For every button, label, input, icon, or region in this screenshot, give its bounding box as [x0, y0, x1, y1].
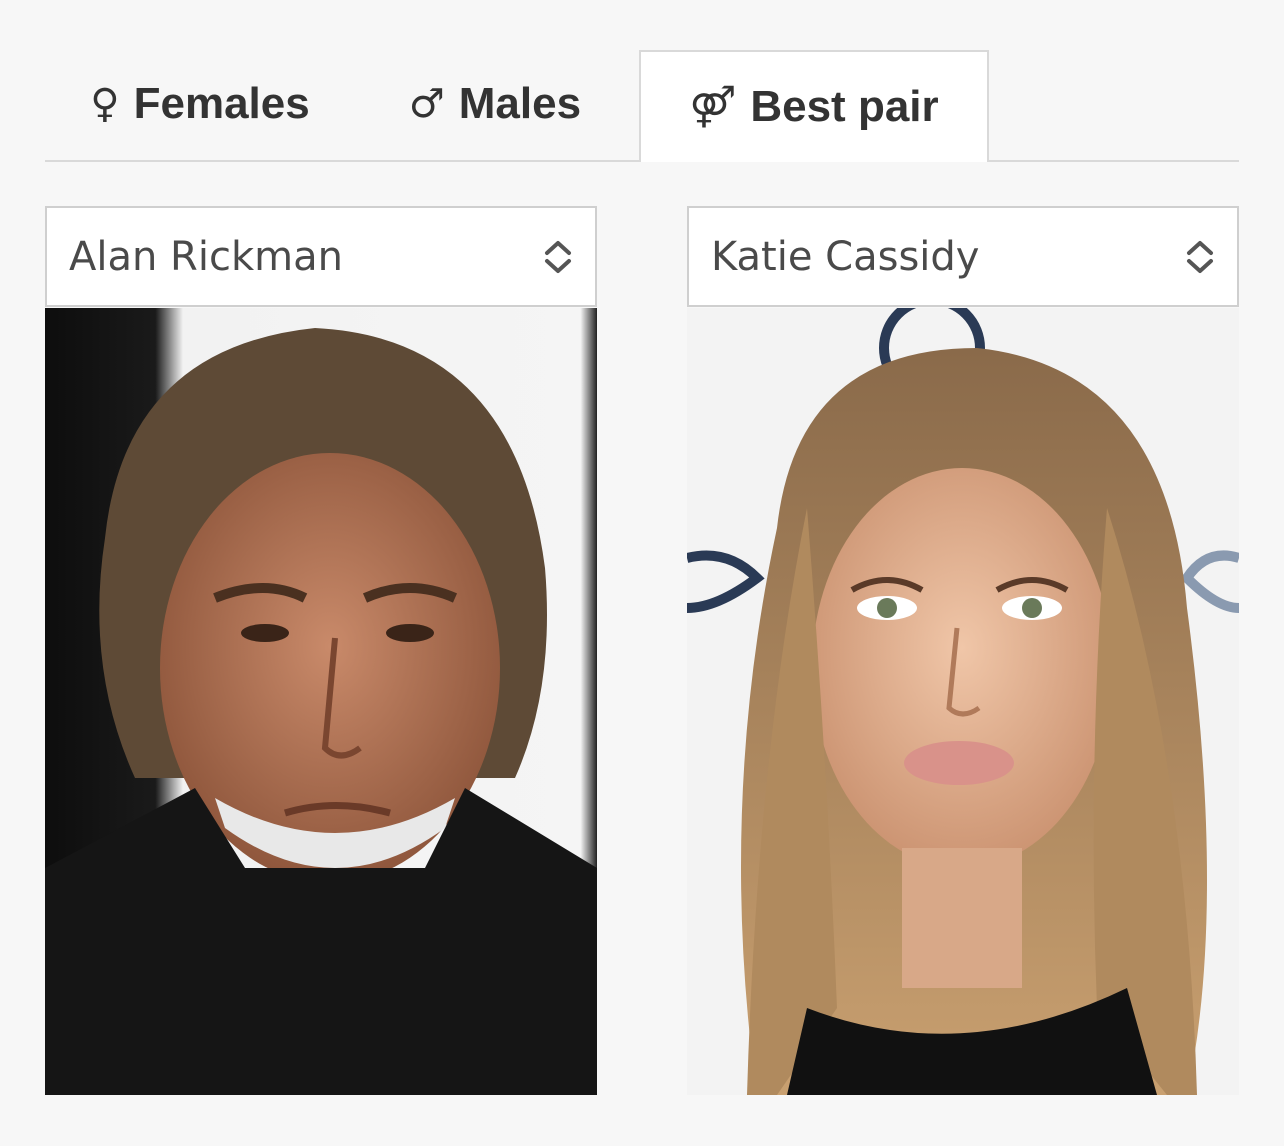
person-select-left[interactable]: Alan Rickman: [45, 206, 597, 307]
female-symbol-icon: ♀: [90, 81, 120, 127]
tab-males[interactable]: ♂ Males: [395, 50, 595, 158]
select-value: Alan Rickman: [69, 233, 343, 280]
pair-symbol-icon: ⚤: [689, 84, 737, 130]
portrait-photo-left: [45, 308, 597, 1095]
tab-females[interactable]: ♀ Females: [75, 50, 325, 158]
male-symbol-icon: ♂: [408, 81, 445, 127]
tab-label: Females: [133, 79, 310, 128]
tab-bar: ♀ Females ♂ Males ⚤ Best pair: [45, 50, 1239, 162]
tab-label: Males: [458, 79, 582, 128]
portrait-photo-right: [687, 308, 1239, 1095]
select-value: Katie Cassidy: [711, 233, 980, 280]
page: ♀ Females ♂ Males ⚤ Best pair Alan Rickm…: [0, 0, 1284, 1146]
chevron-up-down-icon: [545, 240, 571, 273]
chevron-up-down-icon: [1187, 240, 1213, 273]
tab-label: Best pair: [750, 82, 939, 131]
tab-best-pair[interactable]: ⚤ Best pair: [639, 50, 989, 162]
person-select-right[interactable]: Katie Cassidy: [687, 206, 1239, 307]
